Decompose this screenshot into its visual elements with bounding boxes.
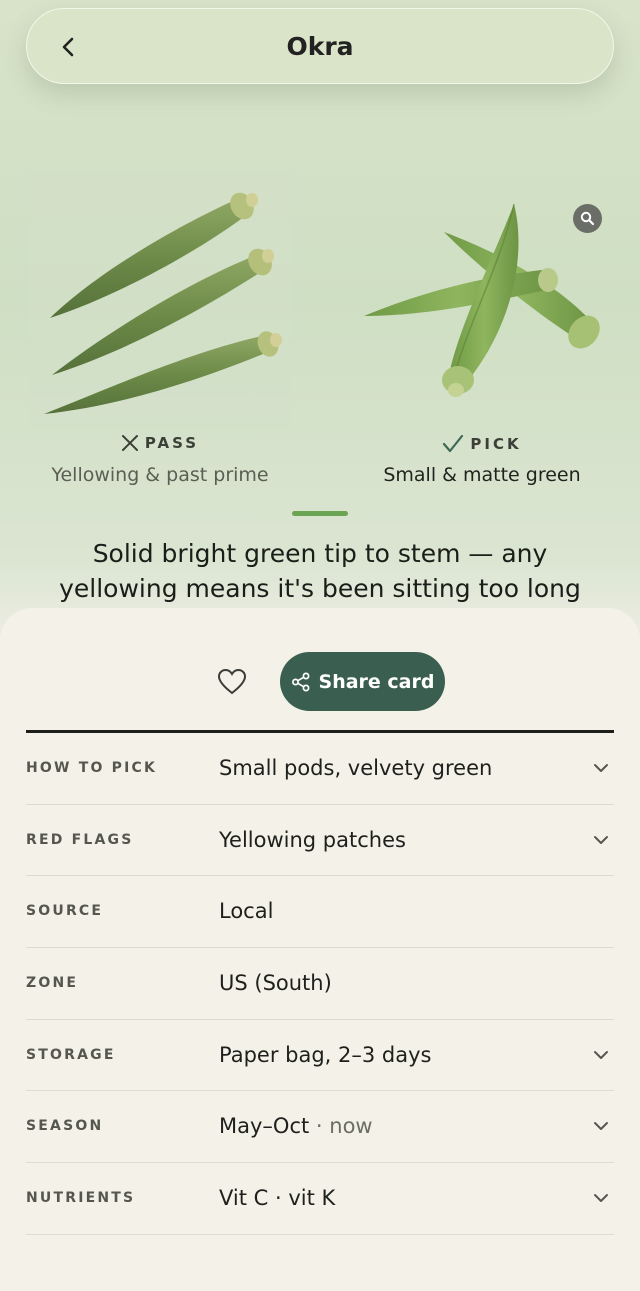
detail-row-source: SOURCE Local (26, 876, 614, 949)
zoom-button[interactable] (573, 204, 602, 233)
detail-key: RED FLAGS (26, 831, 134, 848)
pick-verdict: PICK (352, 434, 612, 454)
pass-example: PASS Yellowing & past prime (30, 170, 290, 490)
detail-value: Local (219, 899, 274, 924)
detail-key: STORAGE (26, 1046, 116, 1063)
details-list: HOW TO PICK Small pods, velvety green RE… (26, 733, 614, 1235)
detail-key: SEASON (26, 1118, 104, 1135)
pass-label: PASS (144, 434, 200, 452)
season-months: May–Oct (219, 1114, 310, 1139)
detail-value: US (South) (219, 971, 332, 996)
headline: Solid bright green tip to stem — any yel… (59, 539, 581, 603)
detail-row-how-to-pick[interactable]: HOW TO PICK Small pods, velvety green (26, 733, 614, 805)
favorite-button[interactable] (210, 660, 254, 704)
chevron-down-icon (594, 1122, 608, 1131)
detail-value: Paper bag, 2–3 days (219, 1042, 432, 1067)
detail-row-red-flags[interactable]: RED FLAGS Yellowing patches (26, 805, 614, 877)
share-card-button[interactable]: Share card (280, 652, 445, 711)
chevron-down-icon (594, 764, 608, 772)
detail-key: ZONE (26, 975, 79, 992)
carousel-indicator (292, 511, 348, 516)
okra-pick-image (364, 203, 600, 397)
chevron-down-icon (594, 835, 608, 844)
detail-row-zone: ZONE US (South) (26, 948, 614, 1020)
detail-value: May–Oct · now (219, 1091, 373, 1162)
detail-row-nutrients[interactable]: NUTRIENTS Vit C · vit K (26, 1163, 614, 1235)
detail-key: HOW TO PICK (26, 760, 158, 776)
heart-icon (217, 668, 247, 695)
magnifier-icon (580, 211, 595, 226)
share-icon (291, 672, 309, 691)
top-bar: Okra (26, 8, 614, 84)
share-card-label: Share card (318, 670, 435, 693)
detail-value: Yellowing patches (219, 827, 406, 852)
chevron-down-icon (594, 1050, 608, 1059)
detail-row-storage[interactable]: STORAGE Paper bag, 2–3 days (26, 1020, 614, 1092)
detail-value: Small pods, velvety green (219, 756, 493, 780)
detail-key: SOURCE (26, 903, 104, 920)
pick-label: PICK (470, 435, 522, 453)
page-title: Okra (286, 32, 354, 61)
season-now-badge: · now (309, 1114, 373, 1139)
chevron-down-icon (594, 1194, 608, 1203)
pass-pick-comparison: PASS Yellowing & past prime PICK Small &… (0, 170, 640, 500)
detail-value: Vit C · vit K (219, 1186, 336, 1211)
okra-pass-image (30, 170, 290, 430)
pick-caption: Small & matte green (383, 464, 581, 486)
x-icon (121, 435, 138, 451)
detail-key: NUTRIENTS (26, 1190, 136, 1207)
pass-caption: Yellowing & past prime (51, 464, 269, 486)
pass-verdict: PASS (30, 434, 290, 452)
check-icon (443, 434, 464, 453)
detail-row-season[interactable]: SEASON May–Oct · now (26, 1091, 614, 1164)
